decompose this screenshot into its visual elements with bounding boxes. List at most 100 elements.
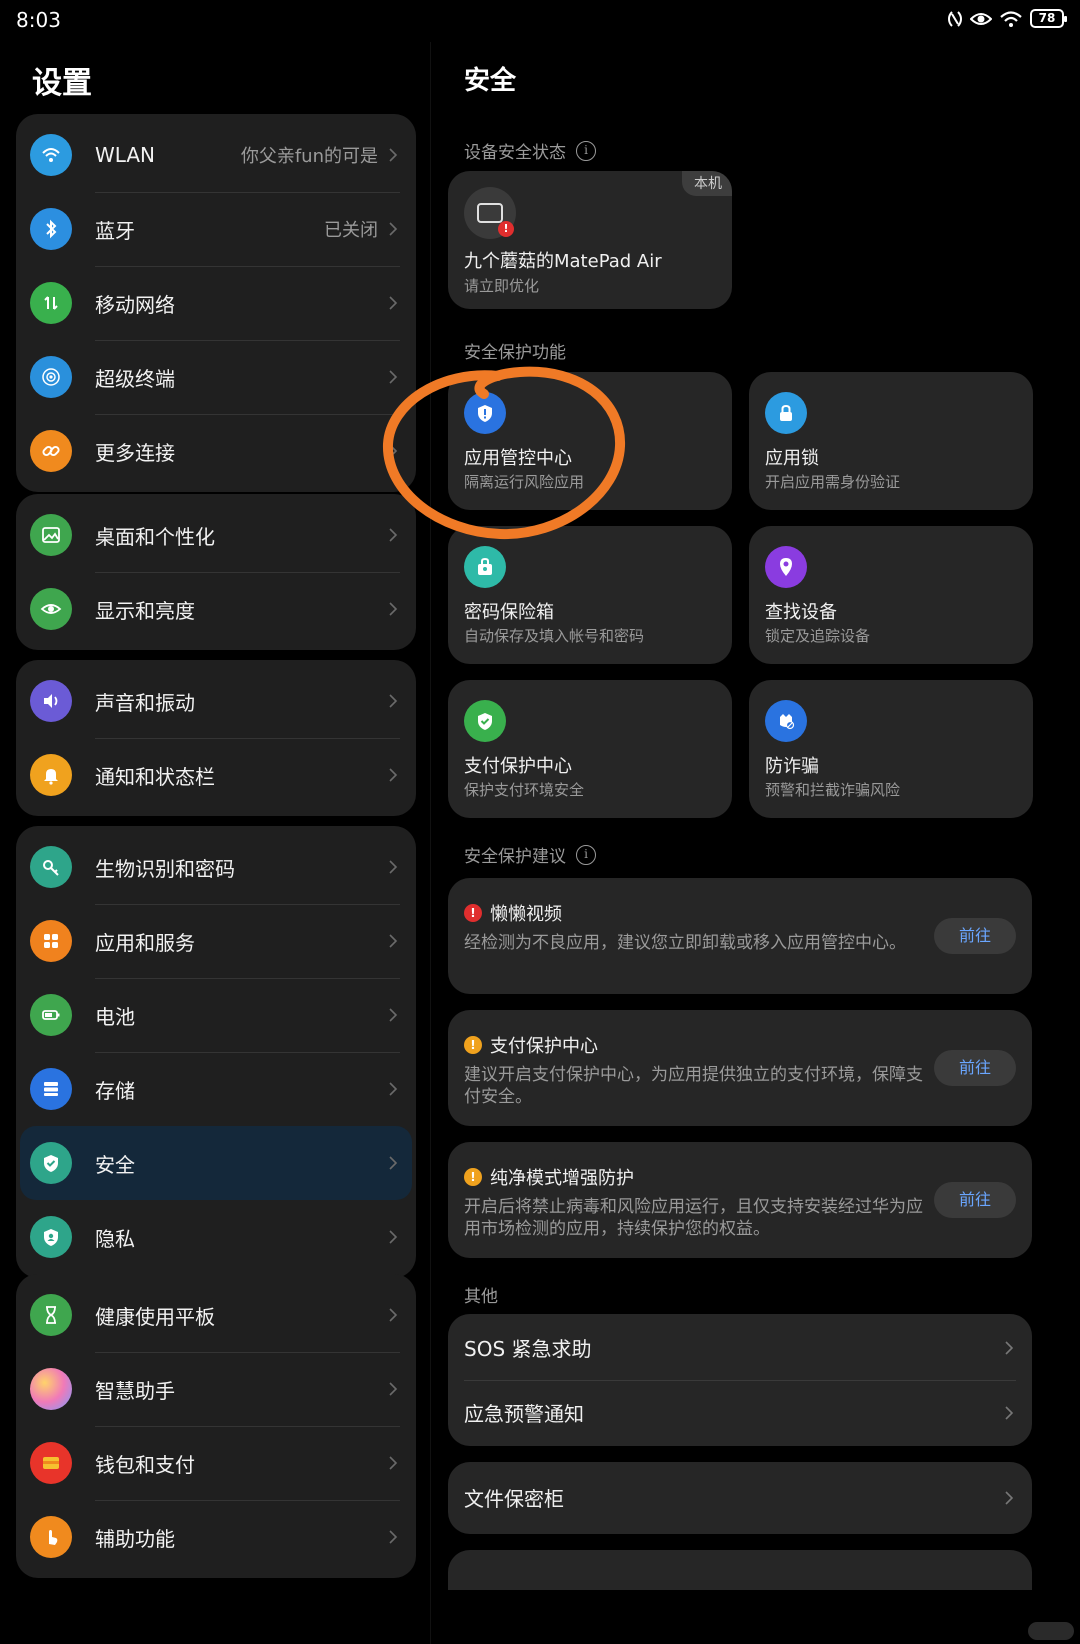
go-button[interactable]: 前往 — [934, 918, 1016, 954]
go-button[interactable]: 前往 — [934, 1050, 1016, 1086]
settings-item[interactable]: 辅助功能 — [16, 1500, 416, 1574]
settings-item[interactable]: 隐私 — [16, 1200, 416, 1274]
settings-item[interactable]: 钱包和支付 — [16, 1426, 416, 1500]
settings-item[interactable]: 智慧助手 — [16, 1352, 416, 1426]
chevron-right-icon — [389, 934, 398, 948]
settings-title: 设置 — [32, 66, 92, 101]
warning-icon: ! — [464, 904, 482, 922]
settings-item[interactable]: 应用和服务 — [16, 904, 416, 978]
settings-item-label: 隐私 — [95, 1226, 135, 1251]
chevron-right-icon — [389, 1456, 398, 1470]
settings-item[interactable]: 存储 — [16, 1052, 416, 1126]
settings-item[interactable]: 声音和振动 — [16, 664, 416, 738]
settings-item-label: 移动网络 — [95, 292, 175, 317]
assistant-icon — [30, 1368, 72, 1410]
shield-alert-icon — [464, 392, 506, 434]
settings-item-label: 应用和服务 — [95, 930, 195, 955]
storage-icon — [30, 1068, 72, 1110]
settings-item-label: 安全 — [95, 1152, 135, 1177]
bell-icon — [30, 754, 72, 796]
mobile-network-icon — [30, 282, 72, 324]
chevron-right-icon — [389, 148, 398, 162]
privacy-icon — [30, 1216, 72, 1258]
feature-title: 密码保险箱 — [464, 602, 554, 623]
info-icon[interactable]: i — [576, 140, 596, 161]
settings-item[interactable]: 蓝牙 已关闭 — [16, 192, 416, 266]
advice-body: 经检测为不良应用，建议您立即卸载或移入应用管控中心。 — [464, 933, 906, 953]
settings-item[interactable]: 电池 — [16, 978, 416, 1052]
security-panel: 安全 设备安全状态 i 本机 ! 九个蘑菇的MatePad Air 请立即优化 … — [432, 42, 1080, 1644]
chevron-right-icon — [389, 860, 398, 874]
device-name: 九个蘑菇的MatePad Air — [464, 251, 662, 272]
settings-item[interactable]: 更多连接 — [16, 414, 416, 488]
chevron-right-icon — [1005, 1340, 1014, 1355]
other-list: SOS 紧急求助 应急预警通知 — [448, 1314, 1032, 1446]
file-safe-item[interactable]: 文件保密柜 — [448, 1465, 1032, 1530]
sos-item[interactable]: SOS 紧急求助 — [448, 1315, 1032, 1380]
settings-group: 声音和振动 通知和状态栏 — [16, 660, 416, 816]
chevron-right-icon — [389, 370, 398, 384]
location-icon — [765, 546, 807, 588]
settings-item-label: 辅助功能 — [95, 1526, 175, 1551]
key-icon — [30, 846, 72, 888]
settings-item[interactable]: 桌面和个性化 — [16, 498, 416, 572]
settings-item[interactable]: 超级终端 — [16, 340, 416, 414]
advice-title: ! 懒懒视频 — [464, 900, 562, 926]
feature-subtitle: 开启应用需身份验证 — [765, 473, 901, 491]
settings-item-label: 显示和亮度 — [95, 598, 195, 623]
settings-sidebar: 设置 WLAN 你父亲fun的可是 蓝牙 已关闭 移动网络 超级终端 更多连接 桌面和个性化显… — [0, 42, 430, 1644]
settings-item[interactable]: 安全 — [20, 1126, 412, 1200]
security-feature-card[interactable]: 应用管控中心 隔离运行风险应用 — [448, 372, 732, 510]
settings-item[interactable]: WLAN 你父亲fun的可是 — [16, 118, 416, 192]
feature-title: 防诈骗 — [765, 756, 819, 777]
security-advice-card: ! 懒懒视频经检测为不良应用，建议您立即卸载或移入应用管控中心。 前往 — [448, 878, 1032, 994]
device-status-card[interactable]: 本机 ! 九个蘑菇的MatePad Air 请立即优化 — [448, 171, 732, 309]
settings-item-label: 健康使用平板 — [95, 1304, 215, 1329]
security-feature-card[interactable]: 支付保护中心 保护支付环境安全 — [448, 680, 732, 818]
pane-divider — [430, 42, 431, 1644]
feature-title: 应用管控中心 — [464, 448, 572, 469]
feature-subtitle: 自动保存及填入帐号和密码 — [464, 627, 645, 645]
info-icon[interactable]: i — [576, 844, 596, 865]
settings-item[interactable]: 健康使用平板 — [16, 1278, 416, 1352]
security-feature-card[interactable]: 密码保险箱自动保存及填入帐号和密码 — [448, 526, 732, 664]
security-feature-card[interactable]: 查找设备 锁定及追踪设备 — [749, 526, 1033, 664]
settings-item[interactable]: 生物识别和密码 — [16, 830, 416, 904]
settings-item[interactable]: 移动网络 — [16, 266, 416, 340]
feature-title: 支付保护中心 — [464, 756, 572, 777]
anti-fraud-icon — [765, 700, 807, 742]
wallet-icon — [30, 1442, 72, 1484]
security-feature-card[interactable]: 防诈骗 预警和拦截诈骗风险 — [749, 680, 1033, 818]
wifi-icon — [30, 134, 72, 176]
settings-group: 桌面和个性化 显示和亮度 — [16, 494, 416, 650]
settings-group: WLAN 你父亲fun的可是 蓝牙 已关闭移动网络超级终端 更多连接 — [16, 114, 416, 492]
security-feature-card[interactable]: 应用锁 开启应用需身份验证 — [749, 372, 1033, 510]
advice-body: 建议开启支付保护中心，为应用提供独立的支付环境，保障支付安全。 — [464, 1065, 923, 1107]
chevron-right-icon — [389, 444, 398, 458]
emergency-alert-item[interactable]: 应急预警通知 — [448, 1380, 1032, 1445]
image-icon — [30, 514, 72, 556]
chevron-right-icon — [389, 1530, 398, 1544]
hand-icon — [30, 1516, 72, 1558]
feature-subtitle: 锁定及追踪设备 — [765, 627, 871, 645]
chevron-right-icon — [389, 1008, 398, 1022]
chevron-right-icon — [389, 1156, 398, 1170]
settings-item[interactable]: 显示和亮度 — [16, 572, 416, 646]
settings-item-label: 桌面和个性化 — [95, 524, 215, 549]
status-icons: 78 — [947, 9, 1067, 28]
go-button[interactable]: 前往 — [934, 1182, 1016, 1218]
nfc-icon — [948, 10, 962, 27]
settings-item[interactable]: 通知和状态栏 — [16, 738, 416, 812]
this-device-badge: 本机 — [682, 171, 732, 196]
eye-comfort-icon — [970, 12, 992, 25]
partial-card — [448, 1550, 1032, 1590]
settings-item-label: 智慧助手 — [95, 1378, 175, 1403]
chevron-right-icon — [1005, 1490, 1014, 1505]
alert-icon: ! — [498, 221, 514, 237]
settings-group: 生物识别和密码应用和服务电池 存储安全隐私 — [16, 826, 416, 1278]
link-icon — [30, 430, 72, 472]
file-safe-card[interactable]: 文件保密柜 — [448, 1462, 1032, 1534]
tablet-icon: ! — [464, 187, 516, 239]
watermark — [1028, 1622, 1074, 1640]
bluetooth-icon — [30, 208, 72, 250]
